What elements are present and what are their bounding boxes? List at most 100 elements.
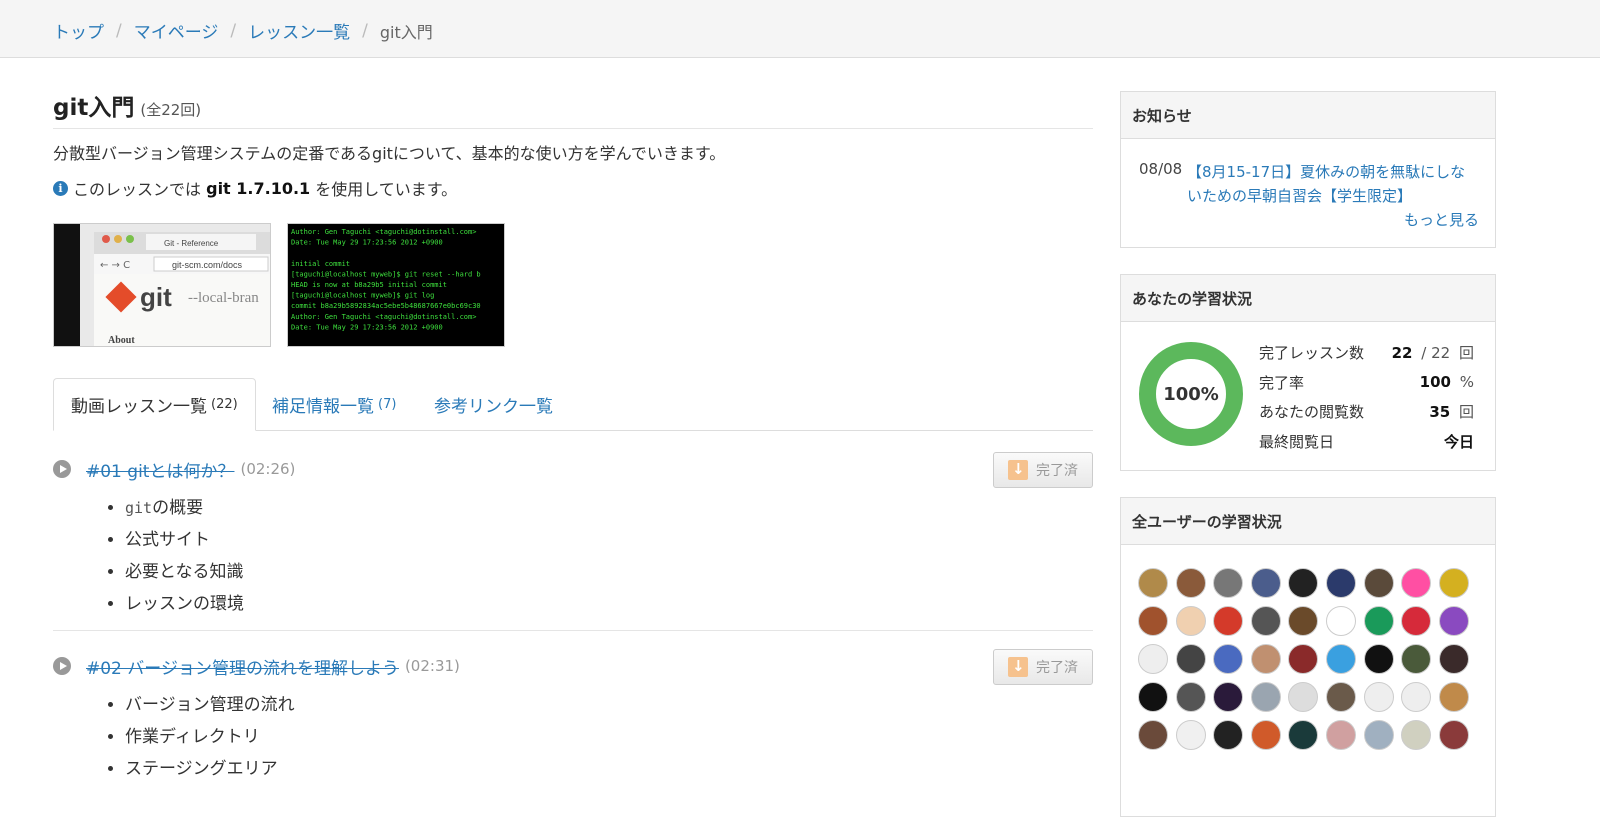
user-avatar[interactable]	[1138, 720, 1168, 750]
more-news-link[interactable]: もっと見る	[1404, 209, 1479, 230]
lesson-title-link[interactable]: #02 バージョン管理の流れを理解しよう	[86, 654, 399, 679]
terminal-line: Date: Tue May 29 17:23:56 2012 +0900	[291, 239, 443, 247]
user-avatar[interactable]	[1175, 606, 1206, 636]
user-avatar[interactable]	[1175, 568, 1206, 598]
user-avatar[interactable]	[1288, 606, 1319, 636]
terminal-line: Date: Tue May 29 17:23:56 2012 +0900	[291, 323, 443, 331]
user-avatar[interactable]	[1288, 644, 1319, 674]
stat-label: 最終閲覧日	[1259, 432, 1335, 451]
terminal-line: Author: Gen Taguchi <taguchi@dotinstall.…	[291, 313, 476, 321]
user-avatar[interactable]	[1363, 720, 1394, 750]
user-avatar[interactable]	[1438, 720, 1469, 750]
user-avatar[interactable]	[1250, 568, 1281, 598]
play-icon[interactable]	[53, 657, 71, 675]
user-avatar[interactable]	[1175, 720, 1206, 750]
thumbnail-terminal[interactable]: Author: Gen Taguchi <taguchi@dotinstall.…	[287, 223, 505, 347]
thumbnails: Git - Reference ← → C git-scm.com/docs g…	[53, 223, 505, 347]
user-avatar[interactable]	[1250, 606, 1281, 636]
user-avatar[interactable]	[1213, 644, 1244, 674]
completed-button[interactable]: 完了済	[993, 452, 1093, 488]
breadcrumb-lessons[interactable]: レッスン一覧	[248, 18, 350, 43]
terminal-line: [taguchi@localhost myweb]$ git reset --h…	[291, 270, 481, 278]
completion-percent: 100%	[1163, 383, 1219, 405]
user-avatar[interactable]	[1438, 568, 1469, 598]
lesson-duration: (02:26)	[240, 460, 296, 478]
my-stats-body: 100% 完了レッスン数 22 / 22 回 完了率 100 % あなたの閲覧数…	[1121, 322, 1495, 472]
news-panel: お知らせ 08/08 【8月15-17日】夏休みの朝を無駄にしないための早朝自習…	[1120, 91, 1496, 248]
user-avatar[interactable]	[1288, 568, 1319, 598]
user-avatar[interactable]	[1325, 720, 1356, 750]
user-avatar[interactable]	[1325, 568, 1356, 598]
user-avatar[interactable]	[1213, 606, 1244, 636]
my-stats-header: あなたの学習状況	[1121, 275, 1495, 322]
user-avatar[interactable]	[1401, 644, 1432, 674]
user-avatar[interactable]	[1401, 568, 1432, 598]
user-avatar[interactable]	[1438, 682, 1469, 712]
user-avatar[interactable]	[1250, 720, 1281, 750]
breadcrumb-top[interactable]: トップ	[53, 18, 104, 43]
tab-reference-links-label: 参考リンク一覧	[434, 396, 553, 417]
breadcrumb: トップ / マイページ / レッスン一覧 / git入門	[53, 18, 433, 44]
page-title: git入門	[53, 95, 135, 121]
breadcrumb-separator: /	[230, 20, 237, 41]
stat-extra: / 22	[1421, 344, 1451, 363]
user-avatar[interactable]	[1401, 720, 1432, 750]
terminal-line: HEAD is now at b8a29b5 initial commit	[291, 281, 447, 289]
user-avatar[interactable]	[1138, 568, 1168, 598]
lesson-topics: バージョン管理の流れ 作業ディレクトリ ステージングエリア	[53, 689, 1093, 785]
user-avatar[interactable]	[1363, 606, 1394, 636]
user-avatar[interactable]	[1175, 682, 1206, 712]
user-avatar[interactable]	[1363, 568, 1394, 598]
git-logo-text: git	[140, 282, 172, 312]
tab-video-lessons[interactable]: 動画レッスン一覧 (22)	[53, 378, 256, 431]
page-title-row: git入門 (全22回)	[53, 88, 1093, 129]
user-avatar[interactable]	[1138, 606, 1168, 636]
lesson-count: (全22回)	[140, 101, 202, 119]
terminal-screenshot-image: Author: Gen Taguchi <taguchi@dotinstall.…	[288, 224, 504, 346]
breadcrumb-mypage[interactable]: マイページ	[134, 18, 219, 43]
topic-item: 作業ディレクトリ	[125, 721, 1093, 753]
user-avatar[interactable]	[1401, 682, 1432, 712]
user-avatar[interactable]	[1288, 682, 1319, 712]
completed-button[interactable]: 完了済	[993, 649, 1093, 685]
topic-code: git	[125, 499, 153, 517]
user-avatar[interactable]	[1401, 606, 1432, 636]
stat-unit: 回	[1458, 403, 1474, 422]
user-avatar[interactable]	[1138, 644, 1168, 674]
lesson-topics: gitの概要 公式サイト 必要となる知識 レッスンの環境	[53, 492, 1093, 620]
user-avatar[interactable]	[1288, 720, 1319, 750]
news-link[interactable]: 【8月15-17日】夏休みの朝を無駄にしないための早朝自習会【学生限定】	[1187, 160, 1472, 208]
lesson-header: #01 gitとは何か？ (02:26) 完了済	[53, 452, 1093, 488]
user-avatar[interactable]	[1213, 720, 1244, 750]
thumbnail-git-reference[interactable]: Git - Reference ← → C git-scm.com/docs g…	[53, 223, 271, 347]
stat-label: 完了率	[1259, 373, 1305, 392]
user-avatar[interactable]	[1438, 606, 1469, 636]
version-info: i このレッスンでは git 1.7.10.1 を使用しています。	[53, 176, 457, 200]
topic-item: 公式サイト	[125, 524, 1093, 556]
lesson-title-link[interactable]: #01 gitとは何か？	[86, 457, 234, 482]
stat-row-rate: 完了率 100 %	[1259, 368, 1474, 398]
stat-unit: %	[1459, 373, 1474, 392]
user-avatar[interactable]	[1363, 644, 1394, 674]
stat-value: 100	[1419, 373, 1451, 392]
tab-reference-links[interactable]: 参考リンク一覧	[417, 378, 570, 430]
lesson-divider	[53, 630, 1093, 631]
play-icon[interactable]	[53, 460, 71, 478]
user-avatar[interactable]	[1175, 644, 1206, 674]
user-avatar[interactable]	[1325, 682, 1356, 712]
topic-item: ステージングエリア	[125, 753, 1093, 785]
topic-text: の概要	[152, 498, 204, 518]
user-avatar[interactable]	[1138, 682, 1168, 712]
user-avatar[interactable]	[1438, 644, 1469, 674]
user-avatar[interactable]	[1325, 606, 1356, 636]
user-avatar[interactable]	[1363, 682, 1394, 712]
user-avatar[interactable]	[1250, 644, 1281, 674]
tab-supplementary[interactable]: 補足情報一覧 (7)	[255, 378, 413, 430]
topic-item: バージョン管理の流れ	[125, 689, 1093, 721]
user-avatar[interactable]	[1325, 644, 1356, 674]
about-label: About	[108, 335, 135, 346]
user-avatar[interactable]	[1213, 682, 1244, 712]
user-avatar[interactable]	[1213, 568, 1244, 598]
user-avatar[interactable]	[1250, 682, 1281, 712]
stat-rows: 完了レッスン数 22 / 22 回 完了率 100 % あなたの閲覧数 35 回…	[1259, 338, 1474, 456]
